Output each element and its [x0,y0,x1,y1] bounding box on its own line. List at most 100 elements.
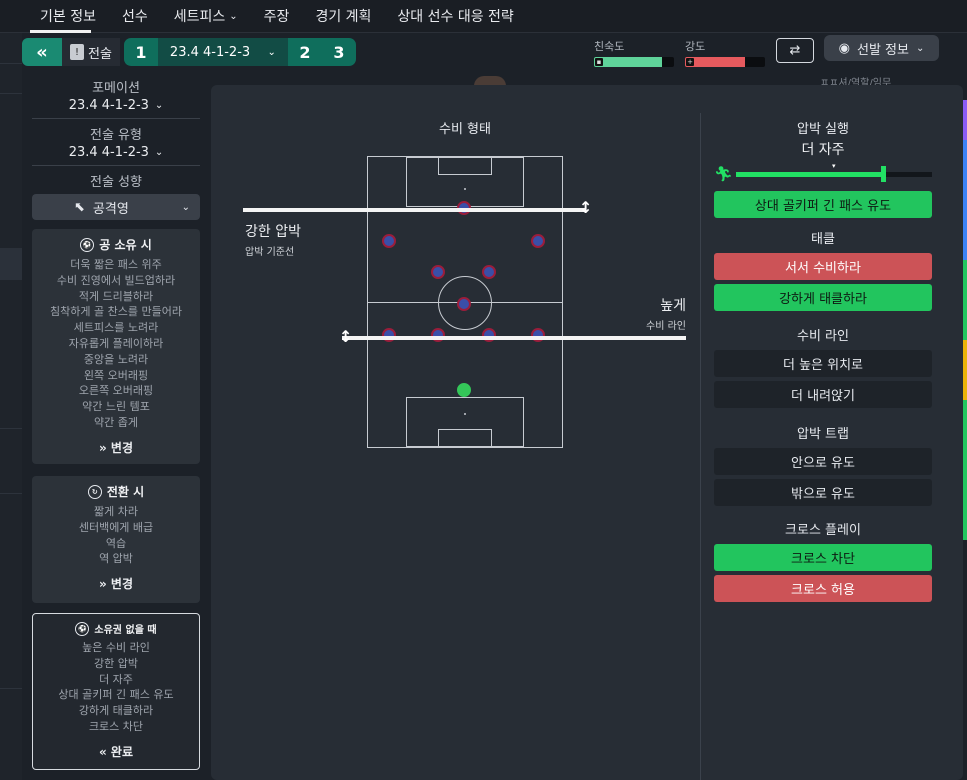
familiarity-label: 친숙도 [594,40,625,53]
tab-match-plan[interactable]: 경기 계획 [302,0,384,33]
slider-fill [736,172,883,177]
panel-divider [700,113,701,780]
force-outside-option[interactable]: 밖으로 유도 [714,479,932,506]
tab-label: 주장 [263,9,290,25]
out-of-possession-list: 높은 수비 라인 강한 압박 더 자주 상대 골키퍼 긴 패스 유도 강하게 태… [33,640,199,735]
formation-dropdown[interactable]: 23.4 4-1-2-3 ⌄ [26,98,206,113]
tactic-label-box: ! 전술 [62,38,120,66]
intensity-fill [685,57,745,67]
swap-button[interactable]: ⇄ [776,38,814,63]
chevron-down-icon: ⌄ [267,46,276,58]
tab-opposition-instructions[interactable]: 상대 선수 대응 전략 [384,0,526,33]
list-item: 역습 [105,536,127,550]
list-item: 강한 압박 [94,656,138,670]
divider [0,493,22,494]
transition-change-button[interactable]: » 변경 [32,575,200,592]
tackle-harder-option[interactable]: 강하게 태클하라 [714,284,932,311]
tab-players[interactable]: 선수 [109,0,161,33]
defensive-line[interactable] [342,336,686,340]
slider-handle[interactable] [881,166,886,182]
tab-basic-info[interactable]: 기본 정보 [0,0,109,33]
penalty-spot [464,413,466,415]
tackle-title: 태클 [811,232,835,247]
tactic-slot-2[interactable]: 2 [287,38,322,66]
invite-crosses-option[interactable]: 크로스 허용 [714,575,932,602]
vertical-resize-icon[interactable]: ↕ [579,200,592,216]
goal-box-top [438,157,492,175]
divider [0,93,22,94]
tab-label: 기본 정보 [40,9,96,25]
chevron-down-icon: ⌄ [229,10,238,22]
out-of-possession-title: 소유권 없을 때 [94,625,157,636]
stay-on-feet-option[interactable]: 서서 수비하라 [714,253,932,280]
list-item: 역 압박 [99,552,133,566]
force-inside-option[interactable]: 안으로 유도 [714,448,932,475]
list-item: 자유롭게 플레이하라 [68,336,164,350]
tab-label: 선수 [121,9,148,25]
out-of-possession-header: ⚽ 소유권 없을 때 [33,614,199,640]
player-marker[interactable] [457,297,471,311]
tactic-type-section: 전술 유형 23.4 4-1-2-3 ⌄ [26,124,206,160]
tab-label: 상대 선수 대응 전략 [397,9,514,25]
list-item: 오른쪽 오버래핑 [78,384,154,398]
tab-captain[interactable]: 주장 [251,0,303,33]
formation-section: 포메이션 23.4 4-1-2-3 ⌄ [26,77,206,113]
tactic-slot-1[interactable]: 1 [123,38,158,66]
pressing-section: 압박 실행 더 자주 🏃︎ ▾ 상대 골키퍼 긴 패스 유도 [714,118,932,222]
style-section: 전술 성향 ⬉ 공격영 ⌄ [26,171,206,220]
style-dropdown[interactable]: ⬉ 공격영 ⌄ [32,194,200,220]
list-item: 높은 수비 라인 [82,641,150,654]
pressing-trap-section: 압박 트랩 안으로 유도 밖으로 유도 [714,423,932,510]
higher-line-option[interactable]: 더 높은 위치로 [714,350,932,377]
stop-crosses-option[interactable]: 크로스 차단 [714,544,932,571]
player-marker[interactable] [482,265,496,279]
lineup-info-label: 선발 정보 [856,42,909,58]
list-item: 상대 골키퍼 긴 패스 유도 [58,688,174,702]
tactic-slot-3[interactable]: 3 [321,38,356,66]
list-item: 약간 느린 템포 [82,400,150,414]
tactic-type-value: 23.4 4-1-2-3 [68,145,149,160]
tactic-type-dropdown[interactable]: 23.4 4-1-2-3 ⌄ [26,145,206,160]
indicator-segment [963,260,967,340]
runner-icon: 🏃︎ [714,165,734,183]
player-marker[interactable] [531,234,545,248]
in-possession-change-button[interactable]: » 변경 [32,439,200,456]
double-chevron-right-icon: » [98,577,107,592]
out-of-possession-done-button[interactable]: « 완료 [33,743,199,760]
defensive-line-height: 높게 [660,298,686,314]
player-marker[interactable] [431,265,445,279]
transition-header: ↻ 전환 시 [32,476,200,504]
tactic-type-label: 전술 유형 [90,128,142,143]
tactic-side-panel: 포메이션 23.4 4-1-2-3 ⌄ 전술 유형 23.4 4-1-2-3 ⌄ 전… [26,72,206,780]
side-strip-selected[interactable] [0,248,22,280]
defensive-line-sub: 수비 라인 [646,321,686,332]
intensity-bar: + [685,57,765,67]
vertical-resize-icon[interactable]: ↕ [339,329,352,345]
chevron-down-icon: ⌄ [915,42,925,54]
formation-select[interactable]: 23.4 4-1-2-3 ⌄ [157,38,288,66]
double-chevron-left-icon: « [36,41,48,63]
tactic-label: 전술 [88,46,112,62]
player-marker[interactable] [382,234,396,248]
drop-deeper-option[interactable]: 더 내려앉기 [714,381,932,408]
transition-icon: ↻ [87,484,102,499]
pressing-slider[interactable]: 🏃︎ ▾ [714,162,932,185]
pressing-line[interactable] [243,208,586,212]
goalkeeper-long-pass-option[interactable]: 상대 골키퍼 긴 패스 유도 [714,191,932,218]
crossing-title: 크로스 플레이 [785,523,861,538]
scroll-indicator [963,100,967,780]
pitch-icon: ▪ [595,58,603,66]
defensive-line-title: 수비 라인 [797,329,849,344]
in-possession-box: ⚽ 공 소유 시 더욱 짧은 패스 위주 수비 진영에서 빌드업하라 적게 드리블… [32,229,200,464]
goal-box-bottom [438,429,492,447]
goalkeeper-marker[interactable] [457,383,471,397]
transition-box: ↻ 전환 시 짧게 차라 센터백에게 배급 역습 역 압박 » 변경 [32,476,200,603]
collapse-button[interactable]: « [22,38,62,66]
lineup-info-button[interactable]: ◉ 선발 정보 ⌄ [824,35,939,61]
tab-set-pieces[interactable]: 세트피스 ⌄ [161,0,251,33]
intensity-label: 강도 [685,40,706,53]
list-item: 수비 진영에서 빌드업하라 [56,273,176,287]
swap-icon: ⇄ [789,43,801,58]
divider [32,118,200,119]
in-possession-list: 더욱 짧은 패스 위주 수비 진영에서 빌드업하라 적게 드리블하라 침착하게 … [32,257,200,431]
